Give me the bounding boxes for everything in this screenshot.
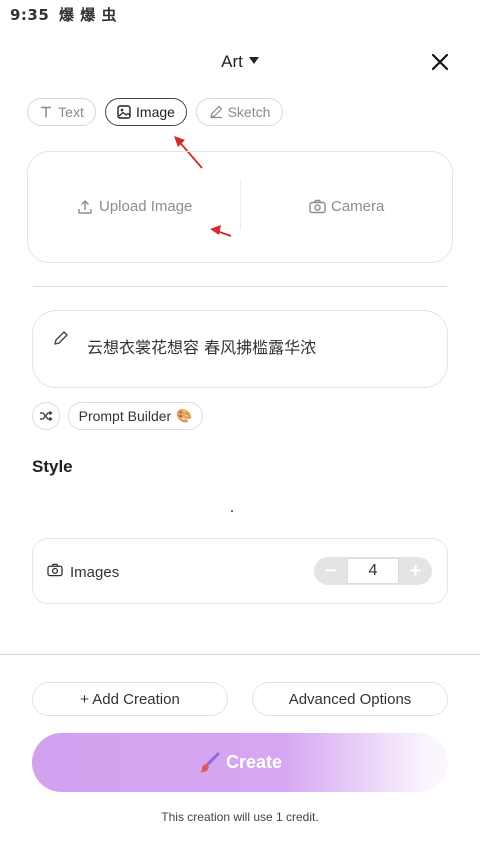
status-time: 9:35	[10, 6, 50, 24]
tab-sketch[interactable]: Sketch	[196, 98, 283, 126]
style-heading: Style	[32, 457, 73, 476]
upload-image-button[interactable]: Upload Image	[77, 198, 192, 215]
prompt-builder-label: Prompt Builder	[78, 408, 172, 424]
decrement-button[interactable]: −	[314, 557, 347, 585]
image-icon	[117, 105, 131, 119]
upload-image-label: Upload Image	[99, 198, 193, 215]
divider	[240, 180, 241, 230]
camera-icon	[47, 563, 63, 577]
status-icons: 爆 爆 虫	[59, 6, 117, 24]
tab-image-label: Image	[136, 104, 175, 120]
close-icon[interactable]	[428, 50, 452, 74]
images-count-value[interactable]: 4	[347, 558, 399, 584]
images-label: Images	[70, 564, 120, 581]
camera-icon	[309, 199, 326, 214]
status-bar: 9:35 爆 爆 虫	[10, 4, 117, 25]
increment-button[interactable]: +	[399, 557, 432, 585]
shuffle-button[interactable]	[32, 402, 60, 430]
bottom-divider	[0, 654, 480, 655]
pencil-icon	[54, 331, 68, 345]
prompt-builder-button[interactable]: Prompt Builder 🎨	[68, 402, 203, 430]
paintbrush-icon	[199, 752, 220, 772]
tab-text-label: Text	[58, 104, 84, 120]
camera-label: Camera	[331, 198, 385, 215]
create-label: Create	[225, 752, 283, 772]
upload-icon	[78, 199, 92, 214]
prompt-text[interactable]: 云想衣裳花想容 春风拂槛露华浓	[87, 334, 316, 358]
style-placeholder-dot	[231, 510, 233, 512]
pencil-icon	[209, 105, 222, 119]
credit-note: This creation will use 1 credit.	[161, 810, 319, 824]
images-stepper: − 4 +	[314, 557, 432, 585]
tab-text[interactable]: Text	[27, 98, 96, 126]
tab-image[interactable]: Image	[105, 98, 187, 126]
mode-dropdown[interactable]: Art	[0, 52, 480, 72]
shuffle-icon	[40, 410, 53, 422]
tab-sketch-label: Sketch	[227, 104, 271, 120]
caret-down-icon	[248, 57, 259, 65]
mode-title: Art	[221, 52, 243, 71]
create-button[interactable]: Create	[32, 733, 448, 792]
text-icon	[41, 106, 52, 118]
palette-icon: 🎨	[176, 408, 193, 423]
camera-button[interactable]: Camera	[309, 198, 384, 215]
advanced-options-button[interactable]: Advanced Options	[252, 682, 448, 716]
add-creation-button[interactable]: + Add Creation	[32, 682, 228, 716]
section-divider	[33, 286, 447, 287]
